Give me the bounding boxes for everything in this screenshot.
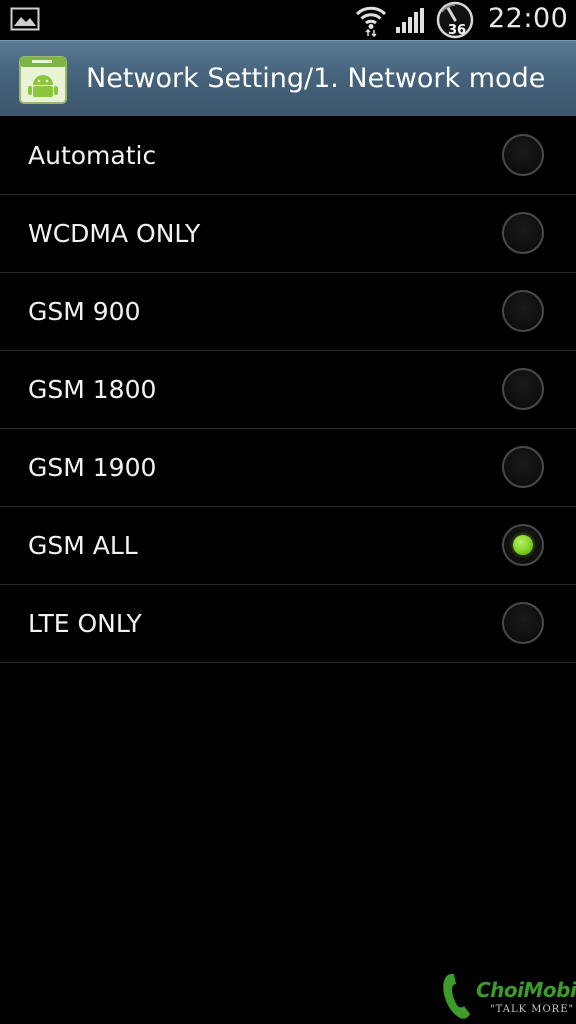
option-label: Automatic bbox=[28, 141, 157, 170]
signal-icon bbox=[396, 8, 424, 33]
radio-button[interactable] bbox=[502, 290, 544, 332]
gallery-icon bbox=[10, 7, 40, 31]
android-app-icon bbox=[19, 56, 67, 104]
radio-button[interactable] bbox=[502, 446, 544, 488]
radio-button-selected[interactable] bbox=[502, 524, 544, 566]
watermark: ChoiMobile "TALK MORE" bbox=[440, 966, 576, 1024]
watermark-brand: ChoiMobile bbox=[476, 978, 576, 1002]
page-title: Network Setting/1. Network mode bbox=[86, 63, 546, 94]
option-label: LTE ONLY bbox=[28, 609, 142, 638]
radio-button[interactable] bbox=[502, 212, 544, 254]
radio-selected-dot bbox=[513, 535, 533, 555]
radio-button[interactable] bbox=[502, 134, 544, 176]
option-row-gsm-1900[interactable]: GSM 1900 bbox=[0, 429, 576, 507]
wifi-icon bbox=[355, 6, 387, 37]
network-mode-list: Automatic WCDMA ONLY GSM 900 GSM 1800 GS… bbox=[0, 117, 576, 663]
radio-button[interactable] bbox=[502, 602, 544, 644]
option-row-automatic[interactable]: Automatic bbox=[0, 117, 576, 195]
title-bar: Network Setting/1. Network mode bbox=[0, 40, 576, 116]
option-row-wcdma-only[interactable]: WCDMA ONLY bbox=[0, 195, 576, 273]
status-bar: 36 22:00 bbox=[0, 0, 576, 40]
option-label: GSM ALL bbox=[28, 531, 138, 560]
option-label: WCDMA ONLY bbox=[28, 219, 201, 248]
option-row-gsm-all[interactable]: GSM ALL bbox=[0, 507, 576, 585]
option-label: GSM 1800 bbox=[28, 375, 157, 404]
clock: 22:00 bbox=[488, 3, 569, 34]
screen: 36 22:00 Network Setting/1. Network mode… bbox=[0, 0, 576, 1024]
phone-handset-icon bbox=[443, 974, 470, 1019]
option-label: GSM 900 bbox=[28, 297, 141, 326]
option-label: GSM 1900 bbox=[28, 453, 157, 482]
battery-level: 36 bbox=[447, 23, 467, 38]
option-row-lte-only[interactable]: LTE ONLY bbox=[0, 585, 576, 663]
watermark-tagline: "TALK MORE" bbox=[490, 1004, 575, 1015]
option-row-gsm-900[interactable]: GSM 900 bbox=[0, 273, 576, 351]
radio-button[interactable] bbox=[502, 368, 544, 410]
option-row-gsm-1800[interactable]: GSM 1800 bbox=[0, 351, 576, 429]
